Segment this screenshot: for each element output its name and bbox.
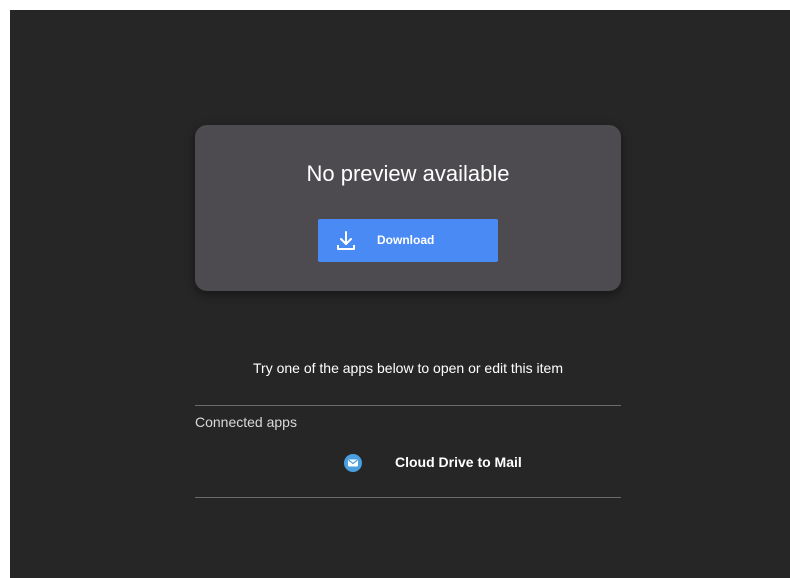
open-with-hint: Try one of the apps below to open or edi… — [253, 360, 563, 376]
divider-bottom — [195, 497, 621, 498]
no-preview-message: No preview available — [306, 161, 510, 186]
app-item-cloud-drive-to-mail[interactable]: Cloud Drive to Mail — [343, 450, 583, 476]
file-viewer: No preview available Download Try one of… — [10, 10, 790, 578]
download-icon — [337, 231, 355, 250]
download-button[interactable]: Download — [318, 219, 498, 262]
divider-top — [195, 405, 621, 406]
download-label: Download — [377, 233, 435, 247]
mail-icon — [344, 454, 362, 472]
app-label: Cloud Drive to Mail — [395, 454, 522, 470]
preview-card: No preview available Download — [195, 125, 621, 291]
connected-apps-label: Connected apps — [195, 414, 297, 430]
